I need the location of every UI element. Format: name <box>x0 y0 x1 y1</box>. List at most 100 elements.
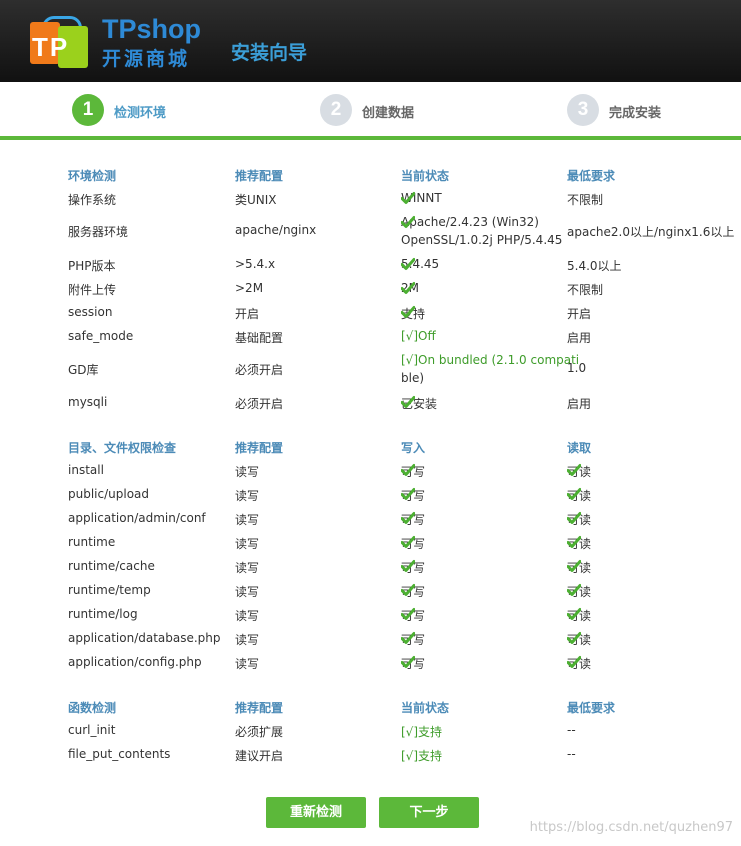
check-icon <box>401 191 415 205</box>
env-col-header: 环境检测 <box>68 169 117 183</box>
dir-path: application/admin/conf <box>68 511 206 525</box>
recommend-col-header: 推荐配置 <box>235 701 284 715</box>
min-col-header: 最低要求 <box>567 701 616 715</box>
env-status: [√]Off <box>401 329 436 343</box>
check-icon <box>401 511 415 525</box>
env-recommend: >5.4.x <box>235 257 276 271</box>
check-icon <box>567 607 581 621</box>
status-col-header: 当前状态 <box>401 701 450 715</box>
brand-subtitle: 开源商城 <box>102 48 191 70</box>
check-icon <box>401 215 415 229</box>
check-icon <box>401 257 415 271</box>
recommend-col-header: 推荐配置 <box>235 441 284 455</box>
dir-write-status: 可写 <box>401 559 425 576</box>
env-recommend: apache/nginx <box>235 223 317 237</box>
dir-recommend: 读写 <box>235 537 260 551</box>
env-recommend: 必须开启 <box>235 397 284 411</box>
dir-recommend: 读写 <box>235 561 260 575</box>
env-recommend: 类UNIX <box>235 193 277 207</box>
env-item-name: 附件上传 <box>68 283 117 297</box>
check-icon <box>401 463 415 477</box>
check-icon <box>567 631 581 645</box>
table-row: application/admin/conf 读写 可写 可读 <box>0 511 741 529</box>
table-row: runtime/log 读写 可写 可读 <box>0 607 741 625</box>
func-recommend: 建议开启 <box>235 749 284 763</box>
check-icon <box>401 305 415 319</box>
check-icon <box>401 281 415 295</box>
env-recommend: 开启 <box>235 307 260 321</box>
dir-recommend: 读写 <box>235 465 260 479</box>
step-label: 检测环境 <box>114 106 167 121</box>
check-icon <box>401 655 415 669</box>
func-min-requirement: -- <box>567 723 576 737</box>
table-row: runtime/temp 读写 可写 可读 <box>0 583 741 601</box>
dir-recommend: 读写 <box>235 609 260 623</box>
dir-read-status: 可读 <box>567 535 591 552</box>
env-min-requirement: 启用 <box>567 331 592 345</box>
dir-read-status: 可读 <box>567 511 591 528</box>
table-row: runtime 读写 可写 可读 <box>0 535 741 553</box>
env-min-requirement: 启用 <box>567 397 592 411</box>
dir-read-status: 可读 <box>567 487 591 504</box>
func-status: [√]支持 <box>401 725 443 739</box>
dir-path: public/upload <box>68 487 150 501</box>
table-row: install 读写 可写 可读 <box>0 463 741 481</box>
table-row: mysqli 必须开启 已安装 启用 <box>0 395 741 413</box>
env-status: 2M <box>401 281 419 295</box>
dir-write-status: 可写 <box>401 511 425 528</box>
recheck-button[interactable]: 重新检测 <box>266 797 366 828</box>
dir-read-status: 可读 <box>567 583 591 600</box>
env-item-name: safe_mode <box>68 329 134 343</box>
dir-recommend: 读写 <box>235 489 260 503</box>
dir-write-status: 可写 <box>401 535 425 552</box>
check-icon <box>567 535 581 549</box>
read-col-header: 读取 <box>567 441 592 455</box>
dir-write-status: 可写 <box>401 583 425 600</box>
dir-recommend: 读写 <box>235 585 260 599</box>
dir-read-status: 可读 <box>567 607 591 624</box>
dir-read-status: 可读 <box>567 559 591 576</box>
env-item-name: GD库 <box>68 363 99 377</box>
dir-path: application/config.php <box>68 655 202 669</box>
func-min-requirement: -- <box>567 747 576 761</box>
table-row: public/upload 读写 可写 可读 <box>0 487 741 505</box>
top-header: TP TPshop 开源商城 安装向导 <box>0 0 741 82</box>
env-min-requirement: 1.0 <box>567 361 587 375</box>
tpshop-logo: TP TPshop 开源商城 <box>26 10 206 70</box>
table-row: file_put_contents 建议开启 [√]支持 -- <box>0 747 741 765</box>
dir-read-status: 可读 <box>567 463 591 480</box>
check-icon <box>401 607 415 621</box>
step-progress-bar <box>0 136 741 140</box>
env-recommend: 必须开启 <box>235 363 284 377</box>
table-header-row: 目录、文件权限检查 推荐配置 写入 读取 <box>0 439 741 457</box>
step-number: 3 <box>567 94 599 126</box>
dir-col-header: 目录、文件权限检查 <box>68 441 177 455</box>
env-status: 已安装 <box>401 395 437 412</box>
dir-write-status: 可写 <box>401 487 425 504</box>
env-status: 5.4.45 <box>401 257 439 271</box>
env-min-requirement: 开启 <box>567 307 592 321</box>
step-number: 1 <box>72 94 104 126</box>
table-row: 服务器环境 apache/nginx Apache/2.4.23 (Win32) Op… <box>0 215 741 251</box>
env-status: WINNT <box>401 191 442 205</box>
check-icon <box>567 463 581 477</box>
env-min-requirement: 5.4.0以上 <box>567 259 622 273</box>
check-icon <box>567 487 581 501</box>
env-status-text: Apache/2.4.23 (Win32) <box>401 215 539 229</box>
table-row: 操作系统 类UNIX WINNT 不限制 <box>0 191 741 209</box>
dir-recommend: 读写 <box>235 657 260 671</box>
next-step-button[interactable]: 下一步 <box>379 797 479 828</box>
min-col-header: 最低要求 <box>567 169 616 183</box>
table-header-row: 函数检测 推荐配置 当前状态 最低要求 <box>0 699 741 717</box>
dir-path: runtime/cache <box>68 559 155 573</box>
step-label: 完成安装 <box>609 106 662 121</box>
env-item-name: 服务器环境 <box>68 225 129 239</box>
step-number: 2 <box>320 94 352 126</box>
check-icon <box>567 583 581 597</box>
status-col-header: 当前状态 <box>401 169 450 183</box>
func-name: file_put_contents <box>68 747 171 761</box>
env-item-name: 操作系统 <box>68 193 117 207</box>
watermark-text: https://blog.csdn.net/quzhen97 <box>529 820 733 835</box>
check-icon <box>401 535 415 549</box>
env-recommend: 基础配置 <box>235 331 284 345</box>
